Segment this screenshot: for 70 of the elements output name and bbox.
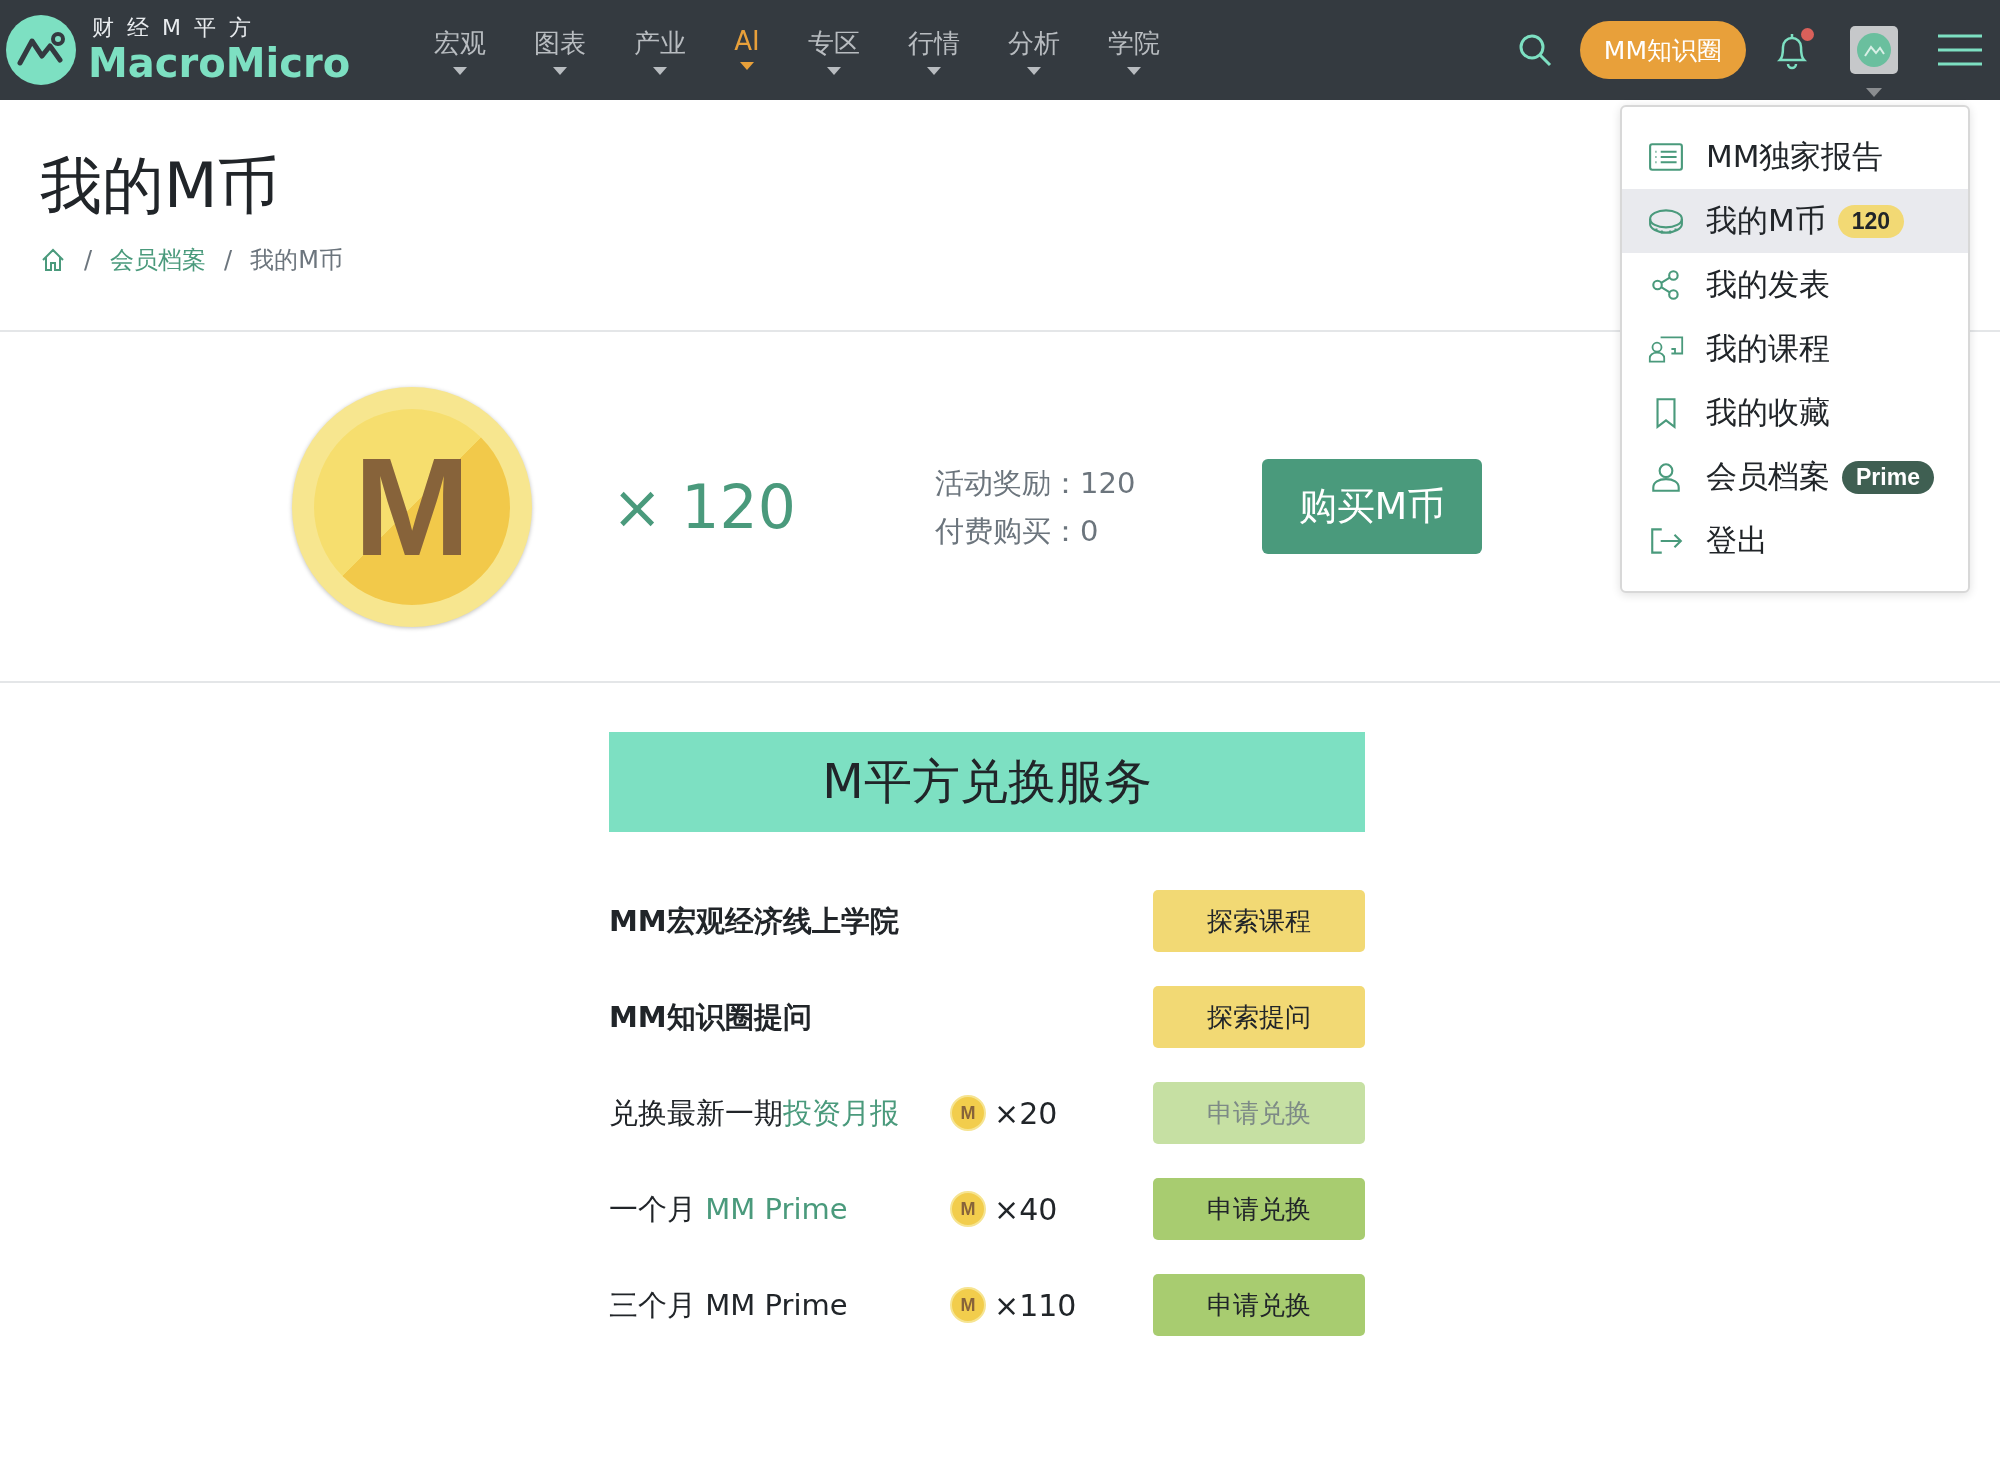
caret-icon	[739, 61, 754, 70]
logout-icon	[1648, 525, 1684, 557]
caret-icon	[453, 66, 468, 75]
menu-item-label: 我的M币	[1706, 201, 1826, 240]
presentation-icon	[1648, 333, 1684, 365]
nav-item[interactable]: 图表	[510, 25, 611, 75]
menu-item-label: 我的课程	[1706, 329, 1830, 368]
explore-button[interactable]: 探索课程	[1153, 890, 1365, 952]
menu-item[interactable]: 我的M币 120	[1622, 189, 1968, 253]
breadcrumb-separator: /	[224, 245, 233, 276]
logo-icon[interactable]	[6, 15, 76, 85]
menu-item[interactable]: 登出	[1622, 509, 1968, 573]
menu-icon[interactable]	[1938, 33, 1982, 67]
coin-letter: M	[353, 436, 471, 577]
coin-letter: M	[960, 1102, 976, 1124]
caret-icon	[1866, 88, 1882, 97]
redeem-button[interactable]: 申请兑换	[1153, 1178, 1365, 1240]
breadcrumb-link[interactable]: 会员档案	[110, 243, 207, 277]
nav-item[interactable]: AI	[710, 25, 784, 75]
menu-item[interactable]: 会员档案 Prime	[1622, 445, 1968, 509]
caret-icon	[926, 66, 941, 75]
nav-item[interactable]: 分析	[983, 25, 1084, 75]
menu-item-label: 我的发表	[1706, 265, 1830, 304]
menu-item[interactable]: 我的课程	[1622, 317, 1968, 381]
nav-item[interactable]: 产业	[610, 25, 711, 75]
coin-stat: 活动奖励：120	[935, 464, 1137, 502]
menu-item[interactable]: 我的发表	[1622, 253, 1968, 317]
service-title: MM知识圈提问	[609, 999, 813, 1036]
buy-coins-button[interactable]: 购买M币	[1262, 459, 1482, 554]
menu-item-label: 我的收藏	[1706, 393, 1830, 432]
coin-cost: ×20	[994, 1095, 1058, 1131]
section-banner: M平方兑换服务	[609, 732, 1365, 832]
explore-button[interactable]: 探索提问	[1153, 986, 1365, 1048]
caret-icon	[826, 66, 841, 75]
coin-letter: M	[960, 1294, 976, 1316]
menu-item[interactable]: MM独家报告	[1622, 125, 1968, 189]
chart-icon	[1857, 33, 1891, 67]
service-title: 三个月 MM Prime	[609, 1287, 849, 1324]
caret-icon	[1126, 66, 1141, 75]
list-icon	[1648, 141, 1684, 173]
breadcrumb-current: 我的M币	[250, 245, 343, 276]
service-title: 一个月 MM Prime	[609, 1191, 849, 1228]
coin-cost: ×110	[994, 1287, 1077, 1323]
menu-badge: Prime	[1842, 460, 1934, 494]
coin-stat: 付费购买：0	[935, 512, 1100, 550]
menu-badge: 120	[1837, 204, 1905, 238]
nav-item[interactable]: 专区	[783, 25, 884, 75]
logo-wordmark[interactable]: MacroMicro	[88, 41, 351, 85]
nav-item[interactable]: 宏观	[410, 25, 511, 75]
menu-item[interactable]: 我的收藏	[1622, 381, 1968, 445]
page-title: 我的M币	[40, 148, 280, 223]
service-link[interactable]: MM Prime	[705, 1192, 848, 1226]
coin-letter: M	[960, 1198, 976, 1220]
menu-item-label: 会员档案	[1706, 457, 1830, 496]
coin-balance: × 120	[612, 471, 797, 542]
service-title: MM宏观经济线上学院	[609, 903, 900, 940]
home-icon[interactable]	[40, 247, 66, 273]
redeem-button[interactable]: 申请兑换	[1153, 1274, 1365, 1336]
caret-icon	[553, 66, 568, 75]
caret-icon	[1026, 66, 1041, 75]
nav-item[interactable]: 行情	[883, 25, 984, 75]
coin-cost: ×40	[994, 1191, 1058, 1227]
caret-icon	[653, 66, 668, 75]
nav-item[interactable]: 学院	[1083, 25, 1184, 75]
service-title: 兑换最新一期投资月报	[609, 1095, 900, 1132]
logo-subtitle: 财 经 M 平 方	[91, 15, 255, 41]
menu-item-label: MM独家报告	[1706, 137, 1884, 176]
breadcrumb-separator: /	[84, 245, 93, 276]
menu-item-label: 登出	[1706, 521, 1768, 560]
search-icon[interactable]	[1517, 33, 1552, 67]
